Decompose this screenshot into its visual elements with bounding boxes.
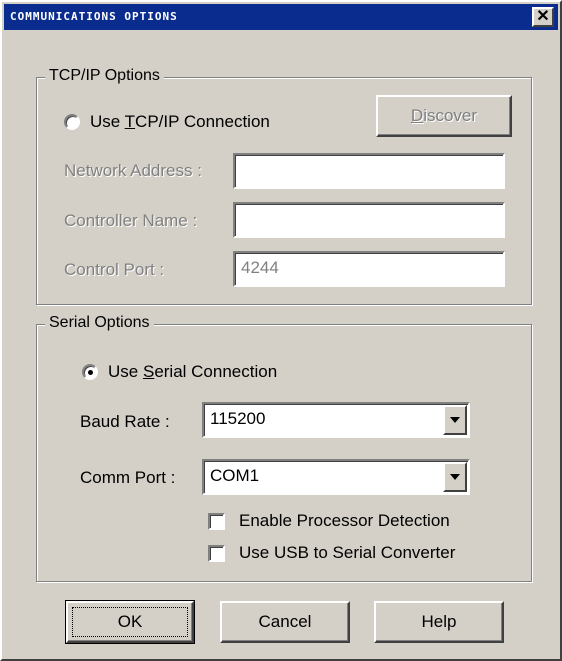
ok-button[interactable]: OK <box>65 600 195 644</box>
use-tcpip-label[interactable]: Use TCP/IP Connection <box>90 112 270 132</box>
baud-rate-value: 115200 <box>210 409 266 428</box>
title-bar[interactable]: COMMUNICATIONS OPTIONS ✕ <box>4 4 558 30</box>
controller-name-field[interactable] <box>233 202 505 238</box>
network-address-label: Network Address : <box>64 161 202 180</box>
baud-rate-label: Baud Rate : <box>80 412 170 431</box>
chevron-down-icon <box>450 417 460 423</box>
comm-port-dropdown-button[interactable] <box>443 462 467 492</box>
enable-processor-detection-checkbox[interactable] <box>208 513 225 530</box>
serial-options-legend: Serial Options <box>45 314 154 332</box>
network-address-field[interactable] <box>233 153 505 189</box>
help-button[interactable]: Help <box>374 601 504 643</box>
comm-port-label: Comm Port : <box>80 468 176 487</box>
baud-rate-dropdown-button[interactable] <box>443 405 467 435</box>
tcpip-options-legend: TCP/IP Options <box>45 67 164 85</box>
help-button-label: Help <box>421 612 457 631</box>
controller-name-label: Controller Name : <box>64 211 198 230</box>
radio-dot-icon <box>88 370 93 375</box>
close-icon: ✕ <box>536 8 550 25</box>
comm-port-value: COM1 <box>210 466 260 485</box>
use-serial-radio[interactable] <box>82 364 98 380</box>
communications-options-dialog: COMMUNICATIONS OPTIONS ✕ TCP/IP Options … <box>0 0 562 661</box>
ok-button-label: OK <box>117 612 143 631</box>
cancel-button[interactable]: Cancel <box>220 601 350 643</box>
cancel-button-label: Cancel <box>258 612 312 631</box>
baud-rate-select[interactable]: 115200 <box>202 402 470 438</box>
control-port-field[interactable]: 4244 <box>233 251 505 287</box>
discover-button-label: Discover <box>410 106 478 125</box>
comm-port-select[interactable]: COM1 <box>202 459 470 495</box>
usb-serial-label[interactable]: Use USB to Serial Converter <box>239 543 455 563</box>
use-serial-label[interactable]: Use Serial Connection <box>108 362 277 382</box>
enable-processor-detection-label[interactable]: Enable Processor Detection <box>239 511 450 531</box>
discover-button[interactable]: Discover <box>376 95 512 137</box>
use-tcpip-radio[interactable] <box>64 114 80 130</box>
chevron-down-icon <box>450 474 460 480</box>
window-title: COMMUNICATIONS OPTIONS <box>10 10 178 23</box>
control-port-label: Control Port : <box>64 260 165 279</box>
usb-serial-checkbox[interactable] <box>208 545 225 562</box>
close-button[interactable]: ✕ <box>532 7 554 27</box>
